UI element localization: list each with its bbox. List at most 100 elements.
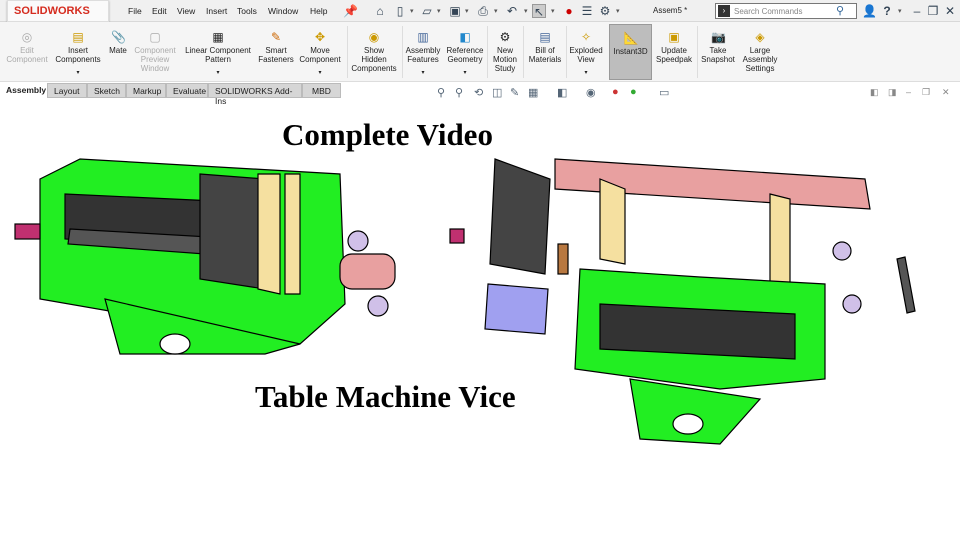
- edit-appearance-icon[interactable]: ●: [612, 86, 619, 98]
- view-settings-icon[interactable]: ▭: [659, 86, 669, 99]
- show-hidden-icon: ◉: [368, 30, 380, 44]
- pin-icon[interactable]: 📌: [343, 4, 358, 18]
- menu-bar: SOLIDWORKS File Edit View Insert Tools W…: [0, 0, 960, 22]
- smart-fasteners-button[interactable]: ✎ Smart Fasteners: [256, 24, 296, 80]
- label: Mate: [109, 46, 127, 55]
- label: Assembly Features: [405, 46, 441, 64]
- exploded-view-button[interactable]: ✧ Exploded View ▾: [566, 24, 606, 80]
- show-hidden-components-button[interactable]: ◉ Show Hidden Components: [351, 24, 397, 80]
- chevron-down-icon[interactable]: ▾: [53, 69, 103, 78]
- zoom-to-area-icon[interactable]: ⚲: [455, 86, 463, 99]
- new-document-icon[interactable]: ▯: [393, 4, 407, 18]
- chevron-down-icon[interactable]: ▾: [444, 69, 486, 78]
- chevron-down-icon[interactable]: ▾: [437, 7, 441, 15]
- bill-of-materials-button[interactable]: ▤ Bill of Materials: [525, 24, 565, 80]
- reference-geometry-button[interactable]: ◧ Reference Geometry ▾: [444, 24, 486, 80]
- previous-view-icon[interactable]: ⟲: [474, 86, 483, 99]
- update-speedpak-button[interactable]: ▣ Update Speedpak: [654, 24, 694, 80]
- linear-component-pattern-button[interactable]: ▦ Linear Component Pattern ▾: [182, 24, 254, 80]
- menu-file[interactable]: File: [128, 6, 142, 16]
- tab-mbd[interactable]: MBD: [302, 83, 341, 98]
- tile-left-icon[interactable]: ◧: [870, 87, 879, 98]
- label: Reference Geometry: [446, 46, 484, 64]
- new-motion-study-button[interactable]: ⚙ New Motion Study: [489, 24, 521, 80]
- instant3d-button[interactable]: 📐 Instant3D: [609, 24, 652, 80]
- dynamic-annotation-icon[interactable]: ✎: [510, 86, 519, 99]
- chevron-down-icon[interactable]: ▾: [524, 7, 528, 15]
- large-assembly-settings-button[interactable]: ◈ Large Assembly Settings: [739, 24, 781, 80]
- minimize-icon[interactable]: –: [910, 4, 924, 18]
- label: Large Assembly Settings: [742, 46, 778, 73]
- apply-scene-icon[interactable]: ●: [630, 86, 637, 98]
- insert-components-button[interactable]: ▤ Insert Components ▾: [53, 24, 103, 80]
- label: Linear Component Pattern: [185, 46, 251, 64]
- chevron-down-icon[interactable]: ▾: [616, 7, 620, 15]
- zoom-to-fit-icon[interactable]: ⚲: [437, 86, 445, 99]
- restore-doc-icon[interactable]: ❐: [922, 87, 930, 98]
- assembly-features-button[interactable]: ▥ Assembly Features ▾: [404, 24, 442, 80]
- open-icon[interactable]: ▱: [420, 4, 434, 18]
- hide-show-items-icon[interactable]: ◉: [586, 86, 596, 99]
- menu-insert[interactable]: Insert: [206, 6, 227, 16]
- tab-evaluate[interactable]: Evaluate: [166, 83, 208, 98]
- home-icon[interactable]: ⌂: [373, 4, 387, 18]
- menu-window[interactable]: Window: [268, 6, 298, 16]
- select-arrow-icon[interactable]: ↖: [532, 4, 546, 19]
- command-manager-ribbon: ◎ Edit Component ▤ Insert Components ▾ 📎 Mat…: [0, 22, 960, 82]
- search-commands-input[interactable]: › Search Commands ⚲: [715, 3, 857, 19]
- chevron-down-icon[interactable]: ▾: [297, 69, 343, 78]
- camera-icon: 📷: [711, 30, 726, 44]
- tab-layout[interactable]: Layout: [47, 83, 87, 98]
- tab-markup[interactable]: Markup: [126, 83, 166, 98]
- menu-help[interactable]: Help: [310, 6, 327, 16]
- exploded-view-icon: ✧: [580, 30, 592, 44]
- display-style-icon[interactable]: ◧: [557, 86, 567, 99]
- menu-tools[interactable]: Tools: [237, 6, 257, 16]
- tab-assembly[interactable]: Assembly: [0, 83, 47, 98]
- tile-right-icon[interactable]: ◨: [888, 87, 897, 98]
- search-icon[interactable]: ⚲: [836, 4, 844, 17]
- solidworks-logo[interactable]: SOLIDWORKS: [7, 0, 109, 22]
- print-icon[interactable]: ⎙: [476, 4, 490, 18]
- chevron-down-icon[interactable]: ▾: [898, 7, 902, 15]
- chevron-down-icon[interactable]: ▾: [566, 69, 606, 78]
- gear-icon[interactable]: ⚙: [598, 4, 612, 18]
- tab-sketch[interactable]: Sketch: [87, 83, 126, 98]
- label: Smart Fasteners: [258, 46, 294, 64]
- instant3d-icon: 📐: [623, 31, 639, 45]
- menu-edit[interactable]: Edit: [152, 6, 167, 16]
- close-icon[interactable]: ✕: [943, 4, 957, 18]
- chevron-down-icon[interactable]: ▾: [551, 7, 555, 15]
- undo-icon[interactable]: ↶: [505, 4, 519, 18]
- menu-view[interactable]: View: [177, 6, 195, 16]
- tab-solidworks-add-ins[interactable]: SOLIDWORKS Add-Ins: [208, 83, 302, 106]
- motion-study-icon: ⚙: [499, 30, 511, 44]
- edit-component-button[interactable]: ◎ Edit Component: [4, 24, 50, 80]
- chevron-down-icon[interactable]: ▾: [410, 7, 414, 15]
- take-snapshot-button[interactable]: 📷 Take Snapshot: [699, 24, 737, 80]
- chevron-down-icon[interactable]: ▾: [494, 7, 498, 15]
- minimize-doc-icon[interactable]: –: [906, 87, 911, 97]
- close-doc-icon[interactable]: ✕: [942, 87, 950, 98]
- user-icon[interactable]: 👤: [862, 4, 877, 18]
- logo-text: SOLIDWORKS: [14, 5, 90, 17]
- section-view-icon[interactable]: ◫: [492, 86, 502, 99]
- save-icon[interactable]: ▣: [448, 4, 462, 18]
- traffic-light-icon[interactable]: ●: [562, 4, 576, 18]
- move-component-button[interactable]: ✥ Move Component ▾: [297, 24, 343, 80]
- fasteners-icon: ✎: [270, 30, 282, 44]
- label: Insert Components: [55, 46, 101, 64]
- divider: [523, 26, 524, 78]
- paperclip-icon: 📎: [111, 30, 126, 44]
- restore-icon[interactable]: ❐: [926, 4, 940, 18]
- view-orientation-icon[interactable]: ▦: [528, 86, 538, 99]
- mate-button[interactable]: 📎 Mate: [106, 24, 130, 80]
- component-preview-window-button[interactable]: ▢ Component Preview Window: [132, 24, 178, 80]
- graphics-area[interactable]: [0, 99, 960, 540]
- file-properties-icon[interactable]: ☰: [580, 4, 594, 18]
- help-icon[interactable]: ?: [880, 4, 894, 18]
- chevron-down-icon[interactable]: ▾: [182, 69, 254, 78]
- chevron-down-icon[interactable]: ▾: [404, 69, 442, 78]
- pattern-icon: ▦: [212, 30, 224, 44]
- chevron-down-icon[interactable]: ▾: [465, 7, 469, 15]
